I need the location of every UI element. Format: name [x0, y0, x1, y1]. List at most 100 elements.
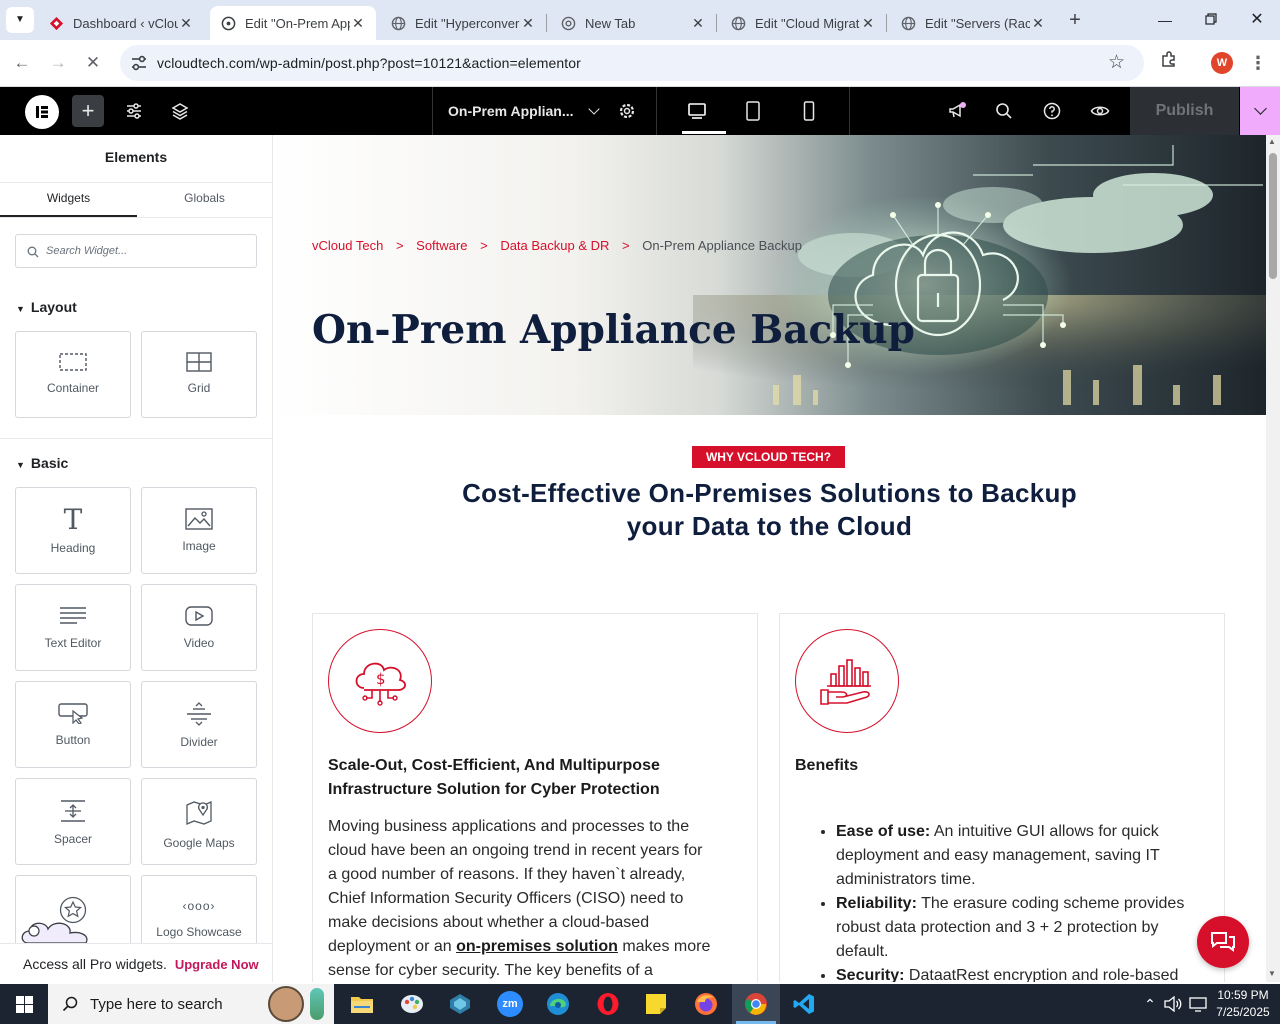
- paint-app-icon[interactable]: [390, 984, 434, 1024]
- profile-avatar[interactable]: W: [1211, 52, 1233, 74]
- site-settings-sliders-icon[interactable]: [118, 87, 150, 135]
- windows-start-button[interactable]: [0, 984, 48, 1024]
- notifications-megaphone-icon[interactable]: [942, 87, 972, 135]
- breadcrumb-link-software[interactable]: Software: [416, 238, 467, 253]
- tab-globals[interactable]: Globals: [137, 191, 272, 205]
- page-title-dropdown[interactable]: On-Prem Applian...: [448, 87, 608, 135]
- tab-widgets[interactable]: Widgets: [0, 191, 137, 205]
- minimize-icon[interactable]: —: [1150, 8, 1180, 32]
- close-icon[interactable]: ✕: [1030, 15, 1046, 32]
- tab-edit-cloud-migration[interactable]: Edit "Cloud Migrat ✕: [720, 6, 886, 40]
- widget-video[interactable]: Video: [141, 584, 257, 671]
- extensions-icon[interactable]: [1154, 48, 1184, 78]
- page-scrollbar[interactable]: ▲ ▼: [1266, 135, 1280, 982]
- tab-title: Edit "Servers (Rack: [925, 15, 1030, 31]
- close-icon[interactable]: ✕: [178, 15, 194, 32]
- help-icon[interactable]: [1037, 87, 1067, 135]
- show-hidden-icons-chevron[interactable]: ⌃: [1140, 984, 1160, 1024]
- stop-loading-icon[interactable]: ✕: [78, 48, 108, 78]
- card1-body-line: Moving business applications and process…: [328, 818, 690, 835]
- tab-search-button[interactable]: ▼: [6, 7, 34, 33]
- widget-button[interactable]: Button: [15, 681, 131, 768]
- publish-button[interactable]: Publish: [1130, 87, 1239, 135]
- zoom-app-icon[interactable]: zm: [486, 984, 534, 1024]
- heading-t-icon: T: [63, 503, 83, 536]
- widget-container[interactable]: Container: [15, 331, 131, 418]
- scroll-up-arrow-icon[interactable]: ▲: [1268, 137, 1276, 146]
- publish-label: Publish: [1155, 102, 1214, 119]
- forward-arrow-icon[interactable]: →: [43, 48, 73, 78]
- tab-edit-hyperconverged[interactable]: Edit "Hyperconver ✕: [380, 6, 546, 40]
- layout-section-header[interactable]: ▼ Layout: [16, 299, 77, 315]
- taskbar-search-box[interactable]: Type here to search: [48, 984, 334, 1024]
- browser-menu-icon[interactable]: ⋮: [1243, 48, 1273, 78]
- upgrade-now-link[interactable]: Upgrade Now: [175, 957, 259, 972]
- widget-spacer[interactable]: Spacer: [15, 778, 131, 865]
- widget-heading[interactable]: T Heading: [15, 487, 131, 574]
- basic-section-header[interactable]: ▼ Basic: [16, 455, 68, 471]
- mobile-view-icon[interactable]: [794, 87, 824, 135]
- widget-divider[interactable]: Divider: [141, 681, 257, 768]
- add-element-button[interactable]: +: [72, 95, 104, 127]
- bookmark-star-icon[interactable]: ☆: [1108, 51, 1125, 74]
- search-widget-input[interactable]: Search Widget...: [46, 245, 127, 257]
- site-info-icon[interactable]: [130, 54, 148, 77]
- card1-body-line: sense for cyber security. The key benefi…: [328, 962, 653, 979]
- vscode-icon[interactable]: [782, 984, 826, 1024]
- hero-banner: vCloud Tech > Software > Data Backup & D…: [273, 135, 1266, 415]
- close-icon[interactable]: ✕: [350, 15, 366, 32]
- close-icon[interactable]: ✕: [860, 15, 876, 32]
- file-explorer-icon[interactable]: [340, 984, 384, 1024]
- tab-edit-servers[interactable]: Edit "Servers (Rack ✕: [890, 6, 1056, 40]
- gem-app-icon[interactable]: [438, 984, 482, 1024]
- tab-title: New Tab: [585, 15, 636, 31]
- close-icon[interactable]: ✕: [520, 15, 536, 32]
- widget-google-maps[interactable]: Google Maps: [141, 778, 257, 865]
- on-premises-solution-link[interactable]: on-premises solution: [456, 938, 618, 955]
- card1-body-line: deployment or an on-premises solution ma…: [328, 938, 711, 955]
- edge-browser-icon[interactable]: [536, 984, 580, 1024]
- chat-icon: [1211, 932, 1235, 952]
- window-close-icon[interactable]: ✕: [1242, 8, 1272, 32]
- tabs-divider: [0, 217, 272, 218]
- preview-eye-icon[interactable]: [1085, 87, 1115, 135]
- breadcrumb-link-vcloud-tech[interactable]: vCloud Tech: [312, 238, 383, 253]
- publish-options-button[interactable]: [1240, 87, 1280, 135]
- scrollbar-thumb[interactable]: [1269, 153, 1277, 279]
- desktop-view-icon[interactable]: [682, 87, 712, 135]
- volume-icon[interactable]: [1162, 984, 1184, 1024]
- restore-icon[interactable]: [1196, 8, 1226, 32]
- address-bar[interactable]: vcloudtech.com/wp-admin/post.php?post=10…: [120, 45, 1144, 81]
- taskbar-clock[interactable]: 10:59 PM 7/25/2025: [1210, 987, 1276, 1021]
- chrome-browser-icon[interactable]: [732, 984, 780, 1024]
- elementor-logo-button[interactable]: [25, 95, 59, 129]
- search-icon[interactable]: [989, 87, 1019, 135]
- tab-separator: [716, 14, 717, 32]
- container-icon: [59, 353, 87, 371]
- chat-bubble-button[interactable]: [1197, 916, 1249, 968]
- widget-image[interactable]: Image: [141, 487, 257, 574]
- list-item: Security: DataatRest encryption and role…: [836, 964, 1220, 982]
- search-icon: [62, 996, 78, 1012]
- taskbar-search-input[interactable]: Type here to search: [90, 996, 223, 1013]
- network-icon[interactable]: [1186, 984, 1210, 1024]
- widget-grid[interactable]: Grid: [141, 331, 257, 418]
- tab-edit-on-prem[interactable]: Edit "On-Prem App ✕: [210, 6, 376, 40]
- scroll-down-arrow-icon[interactable]: ▼: [1268, 969, 1276, 978]
- sticky-notes-icon[interactable]: [634, 984, 678, 1024]
- back-arrow-icon[interactable]: ←: [7, 48, 37, 78]
- page-settings-gear-icon[interactable]: [612, 87, 642, 135]
- structure-layers-icon[interactable]: [164, 87, 196, 135]
- feature-card-2: Benefits Ease of use: An intuitive GUI a…: [779, 613, 1225, 982]
- close-icon[interactable]: ✕: [690, 15, 706, 32]
- firefox-browser-icon[interactable]: [684, 984, 728, 1024]
- search-widget-field[interactable]: Search Widget...: [15, 234, 257, 268]
- widget-text-editor[interactable]: Text Editor: [15, 584, 131, 671]
- new-tab-plus-icon[interactable]: +: [1062, 8, 1088, 34]
- opera-browser-icon[interactable]: [586, 984, 630, 1024]
- tablet-view-icon[interactable]: [738, 87, 768, 135]
- breadcrumb-separator: >: [395, 238, 404, 253]
- breadcrumb-link-data-backup[interactable]: Data Backup & DR: [500, 238, 609, 253]
- tab-new-tab[interactable]: New Tab ✕: [550, 6, 716, 40]
- tab-dashboard[interactable]: Dashboard ‹ vCloud ✕: [38, 6, 204, 40]
